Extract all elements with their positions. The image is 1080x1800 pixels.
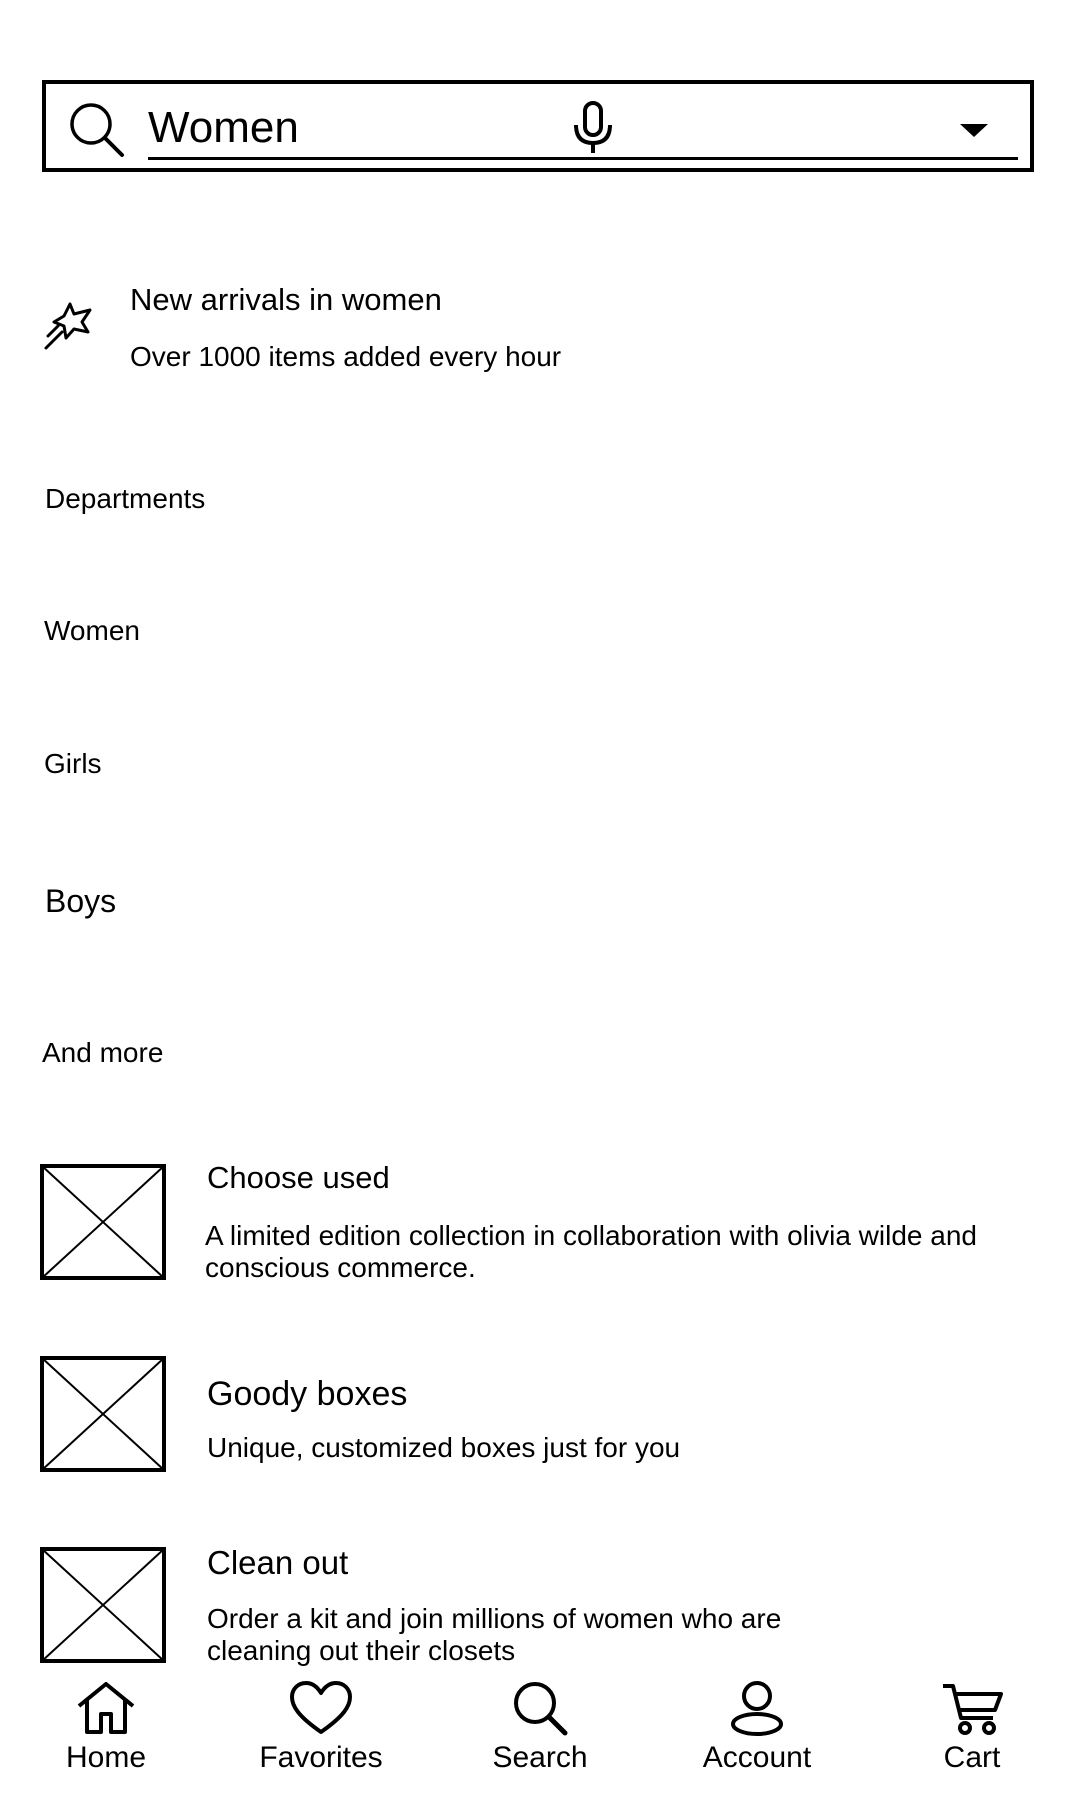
mic-icon[interactable] [570,101,616,155]
heart-icon [290,1681,352,1734]
card-description: Unique, customized boxes just for you [207,1432,681,1463]
nav-cart-label: Cart [943,1741,1001,1774]
card-title[interactable]: Goody boxes [207,1374,407,1414]
account-icon [731,1681,783,1736]
card-choose-used[interactable] [40,1164,166,1285]
nav-cart[interactable]: Cart [872,1680,1072,1790]
image-placeholder-icon [40,1547,166,1663]
cart-icon [943,1684,1003,1735]
department-boys[interactable]: Boys [45,882,116,920]
search-input-value: Women [148,103,299,152]
nav-account-label: Account [702,1741,812,1774]
search-icon[interactable] [68,101,126,159]
departments-more[interactable]: And more [42,1036,163,1070]
shooting-star-icon [44,302,92,350]
chevron-down-icon[interactable] [958,120,990,140]
nav-home[interactable]: Home [6,1680,206,1790]
departments-heading: Departments [45,483,206,514]
image-placeholder-icon [40,1164,166,1280]
nav-favorites-label: Favorites [259,1741,383,1774]
card-title[interactable]: Choose used [207,1160,390,1196]
card-goody-boxes[interactable] [40,1356,166,1477]
search-icon [514,1682,568,1736]
card-description: A limited edition collection in collabor… [205,1220,977,1283]
nav-search[interactable]: Search [440,1680,640,1790]
department-girls[interactable]: Girls [44,747,102,781]
card-clean-out[interactable] [40,1547,166,1668]
nav-home-label: Home [65,1741,147,1774]
promo-subtitle: Over 1000 items added every hour [130,341,562,372]
promo-title[interactable]: New arrivals in women [130,282,442,318]
image-placeholder-icon [40,1356,166,1472]
home-icon [77,1682,135,1734]
card-title[interactable]: Clean out [207,1544,348,1582]
nav-search-label: Search [492,1741,588,1774]
department-women[interactable]: Women [44,614,140,648]
nav-favorites[interactable]: Favorites [221,1680,421,1790]
nav-account[interactable]: Account [657,1680,857,1790]
card-description: Order a kit and join millions of women w… [207,1603,782,1666]
